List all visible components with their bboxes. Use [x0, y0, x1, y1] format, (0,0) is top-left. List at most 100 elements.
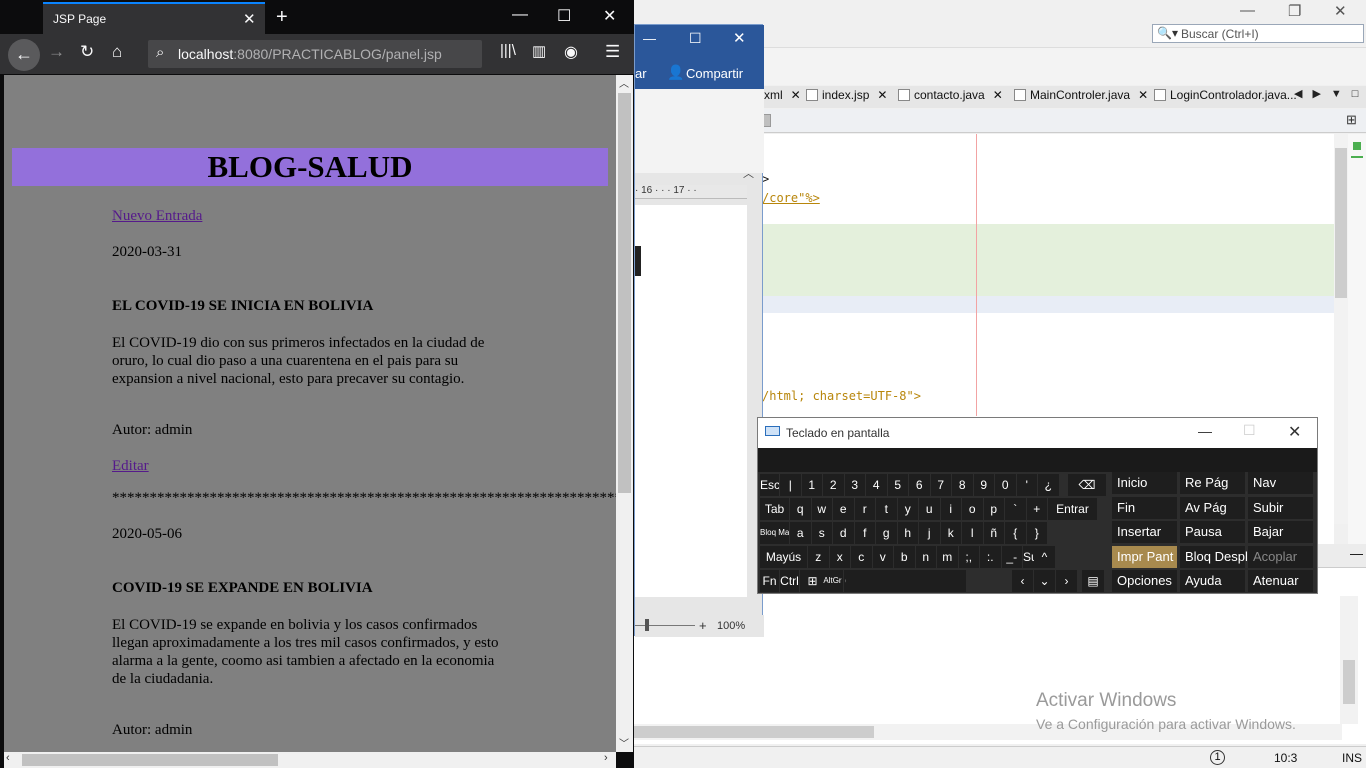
key-1-7[interactable]: u [919, 498, 940, 520]
zoom-slider[interactable] [635, 625, 695, 626]
close-icon[interactable]: ✕ [1138, 88, 1148, 102]
nav-key-impr-pant[interactable]: Impr Pant [1112, 545, 1177, 568]
key-3-6[interactable]: n [915, 546, 936, 568]
key-0-12[interactable]: ' [1016, 474, 1037, 496]
scroll-thumb[interactable] [1343, 660, 1355, 704]
nav-key-insertar[interactable]: Insertar [1112, 521, 1177, 543]
key-2-5[interactable]: g [876, 522, 897, 544]
page-horizontal-scrollbar[interactable]: ‹ › [4, 752, 616, 768]
close-icon[interactable]: ✕ [993, 88, 1003, 102]
key-3-4[interactable]: v [872, 546, 893, 568]
close-icon[interactable]: ✕ [877, 88, 887, 102]
nav-key-fin[interactable]: Fin [1112, 496, 1177, 519]
split-icon[interactable]: ⊞ [1346, 112, 1357, 128]
zoom-in-icon[interactable]: + [699, 618, 707, 633]
key-3-3[interactable]: c [851, 546, 872, 568]
tab-maincontroler-java[interactable]: MainControler.java ✕ [1014, 88, 1148, 108]
key-0-7[interactable]: 6 [909, 474, 930, 496]
ide-search-box[interactable]: 🔍▾ Buscar (Ctrl+I) [1152, 24, 1364, 43]
key-2-11[interactable]: { [1005, 522, 1026, 544]
left-arrow-icon[interactable]: ‹ [1012, 570, 1033, 592]
minimize-icon[interactable]: — [512, 6, 528, 24]
page-vertical-scrollbar[interactable]: ︿ ﹀ [616, 75, 633, 752]
minimize-icon[interactable]: — [643, 31, 656, 46]
ide-minimize-icon[interactable]: — [1240, 2, 1255, 19]
ide-restore-icon[interactable]: ❐ [1288, 2, 1301, 20]
key-3-7[interactable]: m [937, 546, 958, 568]
key-0-1[interactable]: | [780, 474, 801, 496]
key-0-11[interactable]: 0 [995, 474, 1016, 496]
key-4-3[interactable]: AltGr [822, 570, 843, 592]
url-bar[interactable]: ⌕ localhost:8080/PRACTICABLOG/panel.jsp [148, 40, 482, 68]
key-1-12[interactable]: + [1026, 498, 1047, 520]
scroll-down-icon[interactable]: ﹀ [619, 735, 629, 750]
key-1-0[interactable]: Tab [760, 498, 789, 520]
forward-arrow-icon[interactable]: → [48, 42, 65, 62]
new-tab-icon[interactable]: + [276, 6, 288, 29]
maximize-icon[interactable]: ☐ [557, 6, 571, 26]
key-0-4[interactable]: 3 [844, 474, 865, 496]
key-2-9[interactable]: l [962, 522, 983, 544]
maximize-icon[interactable]: ☐ [689, 30, 702, 47]
key-4-0[interactable]: Fn [760, 570, 779, 592]
back-arrow-icon[interactable]: ← [8, 39, 40, 71]
tab-xml[interactable]: xml ✕ [764, 88, 801, 108]
collapse-ribbon-icon[interactable]: ︿ [743, 165, 754, 181]
close-tab-icon[interactable]: ✕ [243, 10, 256, 28]
nav-key-pausa[interactable]: Pausa [1180, 521, 1245, 543]
key-3-1[interactable]: z [808, 546, 829, 568]
key-0-0[interactable]: Esc [760, 474, 779, 496]
edit-link[interactable]: Editar [112, 458, 149, 475]
tab-logincontrolador-java[interactable]: LoginControlador.java... [1154, 88, 1297, 108]
scroll-left-icon[interactable]: ‹ [6, 752, 10, 764]
key-1-9[interactable]: o [962, 498, 983, 520]
nav-key-acoplar[interactable]: Acoplar [1248, 545, 1313, 568]
key-2-2[interactable]: s [811, 522, 832, 544]
key-0-10[interactable]: 9 [973, 474, 994, 496]
key-2-7[interactable]: j [919, 522, 940, 544]
key-1-2[interactable]: w [811, 498, 832, 520]
key-0-13[interactable]: ¿ [1038, 474, 1059, 496]
key-0-5[interactable]: 4 [866, 474, 887, 496]
scroll-thumb[interactable] [634, 726, 874, 738]
key-2-4[interactable]: f [854, 522, 875, 544]
key-3-10[interactable]: _- [1001, 546, 1022, 568]
share-button[interactable]: Compartir [686, 66, 743, 81]
minimize-panel-icon[interactable]: — [1350, 546, 1363, 561]
scroll-thumb[interactable] [1335, 148, 1347, 298]
key-0-3[interactable]: 2 [823, 474, 844, 496]
key-3-9[interactable]: :. [980, 546, 1001, 568]
close-icon[interactable]: ✕ [733, 29, 746, 47]
nav-key-bajar[interactable]: Bajar [1248, 521, 1313, 543]
nav-key-re-pág[interactable]: Re Pág [1180, 472, 1245, 494]
key-2-0[interactable]: Bloq May [760, 522, 789, 544]
key-1-5[interactable]: t [876, 498, 897, 520]
nav-key-opciones[interactable]: Opciones [1112, 570, 1177, 592]
key-0-6[interactable]: 5 [887, 474, 908, 496]
space-bar[interactable] [846, 570, 966, 592]
backspace-icon[interactable]: ⌫ [1068, 474, 1106, 496]
key-0-8[interactable]: 7 [930, 474, 951, 496]
library-icon[interactable]: |||\ [500, 42, 516, 59]
key-3-2[interactable]: x [829, 546, 850, 568]
key-3-5[interactable]: b [894, 546, 915, 568]
key-1-6[interactable]: y [897, 498, 918, 520]
scroll-up-icon[interactable]: ︿ [619, 75, 629, 90]
nav-key-atenuar[interactable]: Atenuar [1248, 570, 1313, 592]
output-vertical-scrollbar[interactable] [1340, 596, 1358, 724]
browser-tab[interactable]: JSP Page ✕ [43, 2, 265, 34]
key-2-12[interactable]: } [1026, 522, 1047, 544]
tab-scroll-controls[interactable]: ◀▶▼□ [1294, 87, 1366, 100]
key-3-8[interactable]: ;, [958, 546, 979, 568]
close-icon[interactable]: ✕ [603, 6, 616, 26]
close-icon[interactable]: ✕ [791, 88, 801, 102]
down-arrow-icon[interactable]: ⌄ [1034, 570, 1055, 592]
key-1-4[interactable]: r [854, 498, 875, 520]
key-2-10[interactable]: ñ [983, 522, 1004, 544]
scroll-thumb[interactable] [618, 93, 631, 493]
key-2-8[interactable]: k [940, 522, 961, 544]
zoom-slider-thumb[interactable] [645, 619, 649, 631]
nav-key-inicio[interactable]: Inicio [1112, 472, 1177, 494]
new-entry-link[interactable]: Nuevo Entrada [112, 208, 202, 225]
key-1-1[interactable]: q [790, 498, 811, 520]
